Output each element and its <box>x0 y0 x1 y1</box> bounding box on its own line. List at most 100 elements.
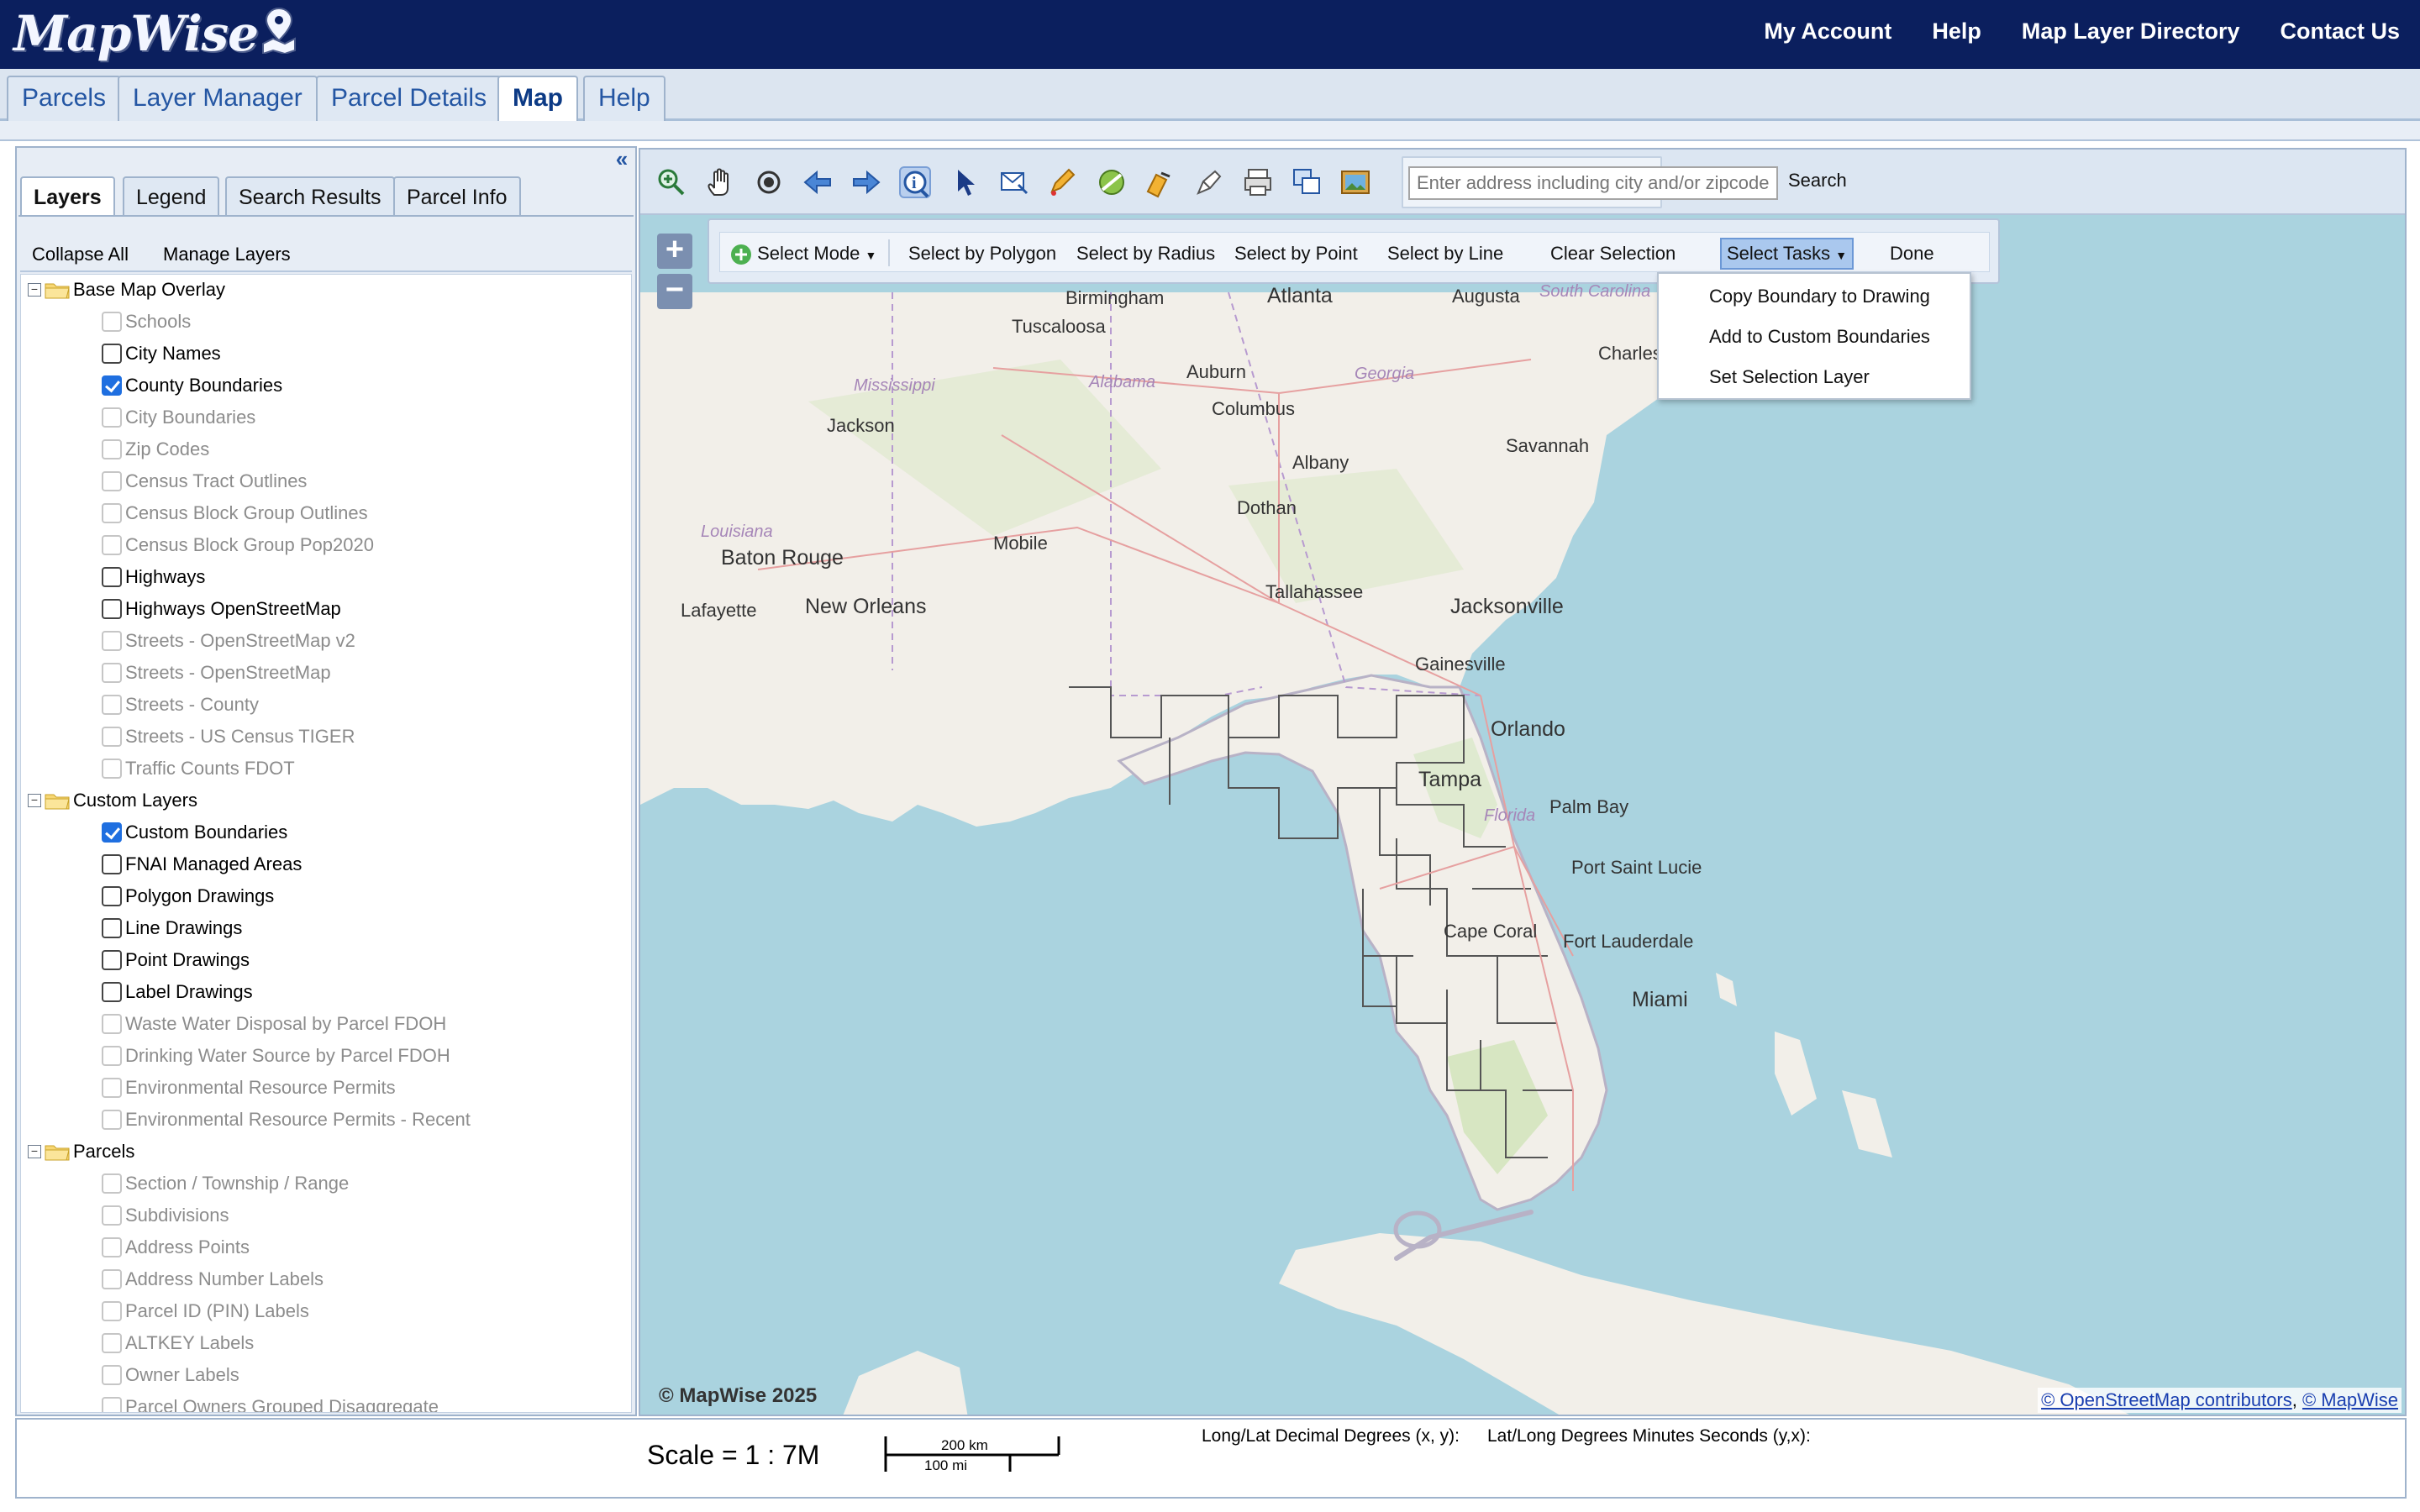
draw-pencil-icon[interactable] <box>1047 166 1079 198</box>
measure-icon[interactable] <box>1096 166 1128 198</box>
city-label: Birmingham <box>1065 287 1165 308</box>
layer-checkbox[interactable] <box>102 918 122 939</box>
panel-tab-layers[interactable]: Layers <box>20 176 115 217</box>
layer-item[interactable]: Highways OpenStreetMap <box>102 597 341 629</box>
clear-selection-button[interactable]: Clear Selection <box>1550 243 1676 265</box>
header-nav-help[interactable]: Help <box>1932 18 1981 45</box>
address-search-input[interactable] <box>1408 166 1778 200</box>
panel-tab-search-results[interactable]: Search Results <box>225 176 395 215</box>
collapse-all-button[interactable]: Collapse All <box>32 244 129 265</box>
back-arrow-icon[interactable] <box>802 166 834 198</box>
layer-item[interactable]: Point Drawings <box>102 948 250 980</box>
collapse-toggle-icon[interactable]: − <box>28 1145 41 1159</box>
menu-item-add-custom-boundaries[interactable]: Add to Custom Boundaries <box>1709 326 1930 348</box>
select-tasks-button[interactable]: Select Tasks ▼ <box>1720 238 1854 270</box>
state-label: South Carolina <box>1539 282 1651 301</box>
layer-checkbox <box>102 663 122 684</box>
select-by-polygon-button[interactable]: Select by Polygon <box>908 243 1056 265</box>
collapse-panel-icon[interactable]: « <box>610 148 634 171</box>
select-pointer-icon[interactable] <box>950 166 981 198</box>
layer-checkbox[interactable] <box>102 982 122 1003</box>
layer-item: Address Number Labels <box>102 1268 324 1299</box>
image-export-icon[interactable] <box>1339 166 1371 198</box>
menu-item-set-selection-layer[interactable]: Set Selection Layer <box>1709 366 1870 388</box>
map-area[interactable]: Birmingham Atlanta Augusta Tuscaloosa Charle… <box>639 148 2407 1416</box>
layer-checkbox[interactable] <box>102 599 122 620</box>
export-layers-icon[interactable] <box>1291 166 1323 198</box>
layer-item: City Boundaries <box>102 406 255 438</box>
layer-checkbox[interactable] <box>102 567 122 588</box>
center-target-icon[interactable] <box>753 166 785 198</box>
city-label: Palm Bay <box>1549 796 1629 817</box>
layer-item: Streets - OpenStreetMap <box>102 661 331 693</box>
add-circle-icon <box>731 244 751 265</box>
header-nav-contact-us[interactable]: Contact Us <box>2280 18 2400 45</box>
pan-hand-icon[interactable] <box>704 166 736 198</box>
mapwise-logo[interactable]: MapWise <box>13 5 298 62</box>
mapwise-credit-link[interactable]: © MapWise <box>2302 1389 2398 1410</box>
header-nav-my-account[interactable]: My Account <box>1764 18 1891 45</box>
done-button[interactable]: Done <box>1890 243 1934 265</box>
layer-checkbox[interactable] <box>102 344 122 365</box>
osm-credit-link[interactable]: © OpenStreetMap contributors <box>2041 1389 2292 1410</box>
city-label: Baton Rouge <box>721 546 844 570</box>
select-by-line-button[interactable]: Select by Line <box>1387 243 1503 265</box>
select-by-radius-button[interactable]: Select by Radius <box>1076 243 1215 265</box>
tab-parcels[interactable]: Parcels <box>7 76 122 121</box>
layer-item[interactable]: Polygon Drawings <box>102 885 274 916</box>
identify-info-icon[interactable]: i <box>899 166 931 198</box>
map-pin-icon <box>262 7 297 54</box>
search-button[interactable]: Search <box>1788 170 1847 192</box>
zoom-in-icon[interactable] <box>655 166 687 198</box>
zoom-in-button[interactable]: + <box>657 234 692 269</box>
layer-item[interactable]: County Boundaries <box>102 374 282 406</box>
layer-checkbox[interactable] <box>102 886 122 907</box>
menu-item-copy-boundary[interactable]: Copy Boundary to Drawing <box>1709 286 1930 307</box>
layer-label: Parcel ID (PIN) Labels <box>125 1300 309 1322</box>
tab-help[interactable]: Help <box>583 76 666 121</box>
zoom-out-button[interactable]: − <box>657 274 692 309</box>
layer-checkbox[interactable] <box>102 822 122 843</box>
tab-parcel-details[interactable]: Parcel Details <box>316 76 502 121</box>
layer-checkbox[interactable] <box>102 854 122 875</box>
layer-item[interactable]: Line Drawings <box>102 916 242 948</box>
layer-item[interactable]: Highways <box>102 565 205 597</box>
select-by-point-button[interactable]: Select by Point <box>1234 243 1358 265</box>
tab-layer-manager[interactable]: Layer Manager <box>118 76 318 121</box>
layer-group[interactable]: − Custom Layers <box>28 789 197 821</box>
header-nav: My Account Help Map Layer Directory Contact… <box>1764 18 2400 45</box>
layer-item: Subdivisions <box>102 1204 229 1236</box>
layer-label: County Boundaries <box>125 375 283 396</box>
collapse-toggle-icon[interactable]: − <box>28 283 41 297</box>
forward-arrow-icon[interactable] <box>850 166 882 198</box>
layer-group[interactable]: − Parcels <box>28 1140 134 1172</box>
layer-checkbox[interactable] <box>102 950 122 971</box>
panel-tab-parcel-info[interactable]: Parcel Info <box>393 176 521 215</box>
layer-checkbox[interactable] <box>102 375 122 396</box>
collapse-toggle-icon[interactable]: − <box>28 794 41 808</box>
select-email-icon[interactable] <box>998 166 1030 198</box>
layer-checkbox <box>102 1365 122 1386</box>
layer-item[interactable]: FNAI Managed Areas <box>102 853 302 885</box>
folder-open-icon <box>45 283 70 299</box>
folder-open-icon <box>45 1145 70 1161</box>
layer-checkbox <box>102 1237 122 1258</box>
drawing-tool-icon[interactable] <box>1193 166 1225 198</box>
edit-drawing-icon[interactable] <box>1144 166 1176 198</box>
manage-layers-button[interactable]: Manage Layers <box>163 244 291 265</box>
layer-item[interactable]: Custom Boundaries <box>102 821 287 853</box>
layer-item[interactable]: City Names <box>102 342 221 374</box>
layer-label: Traffic Counts FDOT <box>125 758 295 780</box>
select-mode-button[interactable]: Select Mode ▼ <box>730 243 876 265</box>
layer-checkbox <box>102 535 122 556</box>
layer-item: Census Tract Outlines <box>102 470 307 501</box>
basemap[interactable] <box>640 150 2407 1416</box>
tab-map[interactable]: Map <box>497 76 578 123</box>
layer-checkbox <box>102 631 122 652</box>
layer-item[interactable]: Label Drawings <box>102 980 253 1012</box>
header-nav-map-layer-directory[interactable]: Map Layer Directory <box>2022 18 2240 45</box>
print-icon[interactable] <box>1242 166 1274 198</box>
main-tab-bar: Parcels Layer Manager Parcel Details Map Hel… <box>0 69 2420 123</box>
layer-group[interactable]: − Base Map Overlay <box>28 278 225 310</box>
panel-tab-legend[interactable]: Legend <box>123 176 220 215</box>
